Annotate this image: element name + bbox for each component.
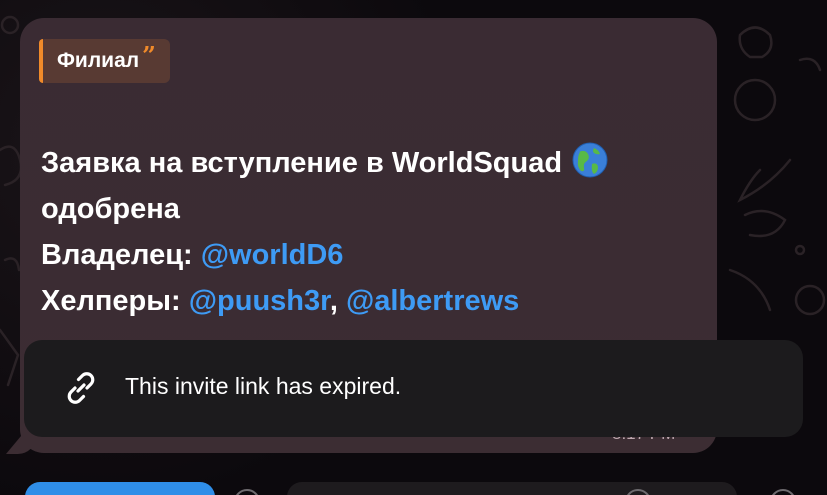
toast-message: This invite link has expired.	[125, 373, 402, 399]
reply-quote[interactable]: Филиал ”	[39, 39, 170, 83]
chat-screen: Филиал ” Заявка на вступление в WorldSqu…	[0, 0, 827, 495]
link-icon	[67, 372, 95, 404]
invite-expired-toast: This invite link has expired.	[24, 340, 803, 437]
reply-quote-text: Филиал	[57, 49, 140, 72]
message-line-1: Заявка на вступление в WorldSquad	[41, 140, 711, 186]
helper-mention-link-1[interactable]: @puush3r	[189, 285, 330, 317]
helpers-label: Хелперы:	[41, 285, 181, 317]
owner-line: Владелец: @worldD6	[41, 232, 711, 278]
primary-action-button[interactable]	[25, 482, 215, 495]
globe-icon	[572, 142, 608, 178]
message-line-2: одобрена	[41, 193, 180, 225]
message-input[interactable]	[287, 482, 737, 495]
helper-mention-link-2[interactable]: @albertrews	[346, 285, 519, 317]
helpers-line: Хелперы: @puush3r, @albertrews	[41, 278, 711, 324]
owner-mention-link[interactable]: @worldD6	[201, 239, 344, 271]
quote-mark-icon: ”	[142, 40, 156, 70]
owner-label: Владелец:	[41, 239, 193, 271]
message-line-1-text: Заявка на вступление в WorldSquad	[41, 147, 563, 179]
message-text: Заявка на вступление в WorldSquad одобре…	[41, 140, 711, 324]
helpers-separator: ,	[329, 285, 338, 317]
